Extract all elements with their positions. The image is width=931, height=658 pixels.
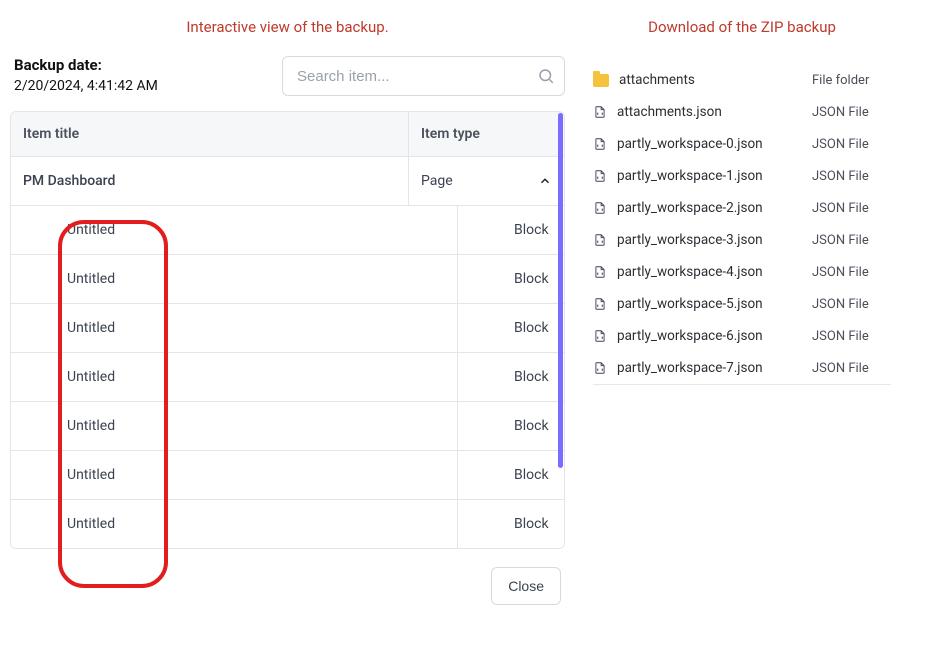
search-icon <box>537 67 555 85</box>
file-type: JSON File <box>812 169 887 184</box>
close-button[interactable]: Close <box>491 567 561 605</box>
file-row[interactable]: partly_workspace-5.json JSON File <box>593 288 891 320</box>
file-type: File folder <box>812 73 887 88</box>
backup-items-table: Item title Item type PM Dashboard Page <box>10 111 565 549</box>
json-file-icon <box>593 296 607 312</box>
item-title: Untitled <box>11 451 458 499</box>
table-row-block[interactable]: UntitledBlock <box>11 304 564 353</box>
file-name: attachments.json <box>617 104 722 120</box>
item-title: Untitled <box>11 206 458 254</box>
json-file-icon <box>593 136 607 152</box>
item-title: Untitled <box>11 500 458 548</box>
file-type: JSON File <box>812 265 887 280</box>
file-name: partly_workspace-5.json <box>617 296 763 312</box>
file-type: JSON File <box>812 297 887 312</box>
item-type: Block <box>458 353 564 401</box>
backup-date-value: 2/20/2024, 4:41:42 AM <box>14 76 158 97</box>
json-file-icon <box>593 360 607 376</box>
file-name: partly_workspace-0.json <box>617 136 763 152</box>
file-type: JSON File <box>812 361 887 376</box>
file-row[interactable]: attachments File folder <box>593 64 891 96</box>
json-file-icon <box>593 328 607 344</box>
item-title: Untitled <box>11 304 458 352</box>
backup-date: Backup date: 2/20/2024, 4:41:42 AM <box>14 56 158 97</box>
caption-zip-download: Download of the ZIP backup <box>593 18 891 36</box>
scrollbar-thumb[interactable] <box>558 113 563 468</box>
folder-icon <box>593 74 609 87</box>
json-file-icon <box>593 200 607 216</box>
backup-date-label: Backup date: <box>14 56 158 76</box>
chevron-up-icon[interactable] <box>538 174 552 188</box>
json-file-icon <box>593 104 607 120</box>
file-type: JSON File <box>812 329 887 344</box>
json-file-icon <box>593 232 607 248</box>
item-title: PM Dashboard <box>11 157 409 205</box>
file-row[interactable]: partly_workspace-4.json JSON File <box>593 256 891 288</box>
file-type: JSON File <box>812 233 887 248</box>
item-type: Block <box>458 255 564 303</box>
file-row[interactable]: partly_workspace-1.json JSON File <box>593 160 891 192</box>
column-header-type[interactable]: Item type <box>409 112 564 156</box>
file-name: partly_workspace-7.json <box>617 360 763 376</box>
item-type: Page <box>409 157 564 205</box>
table-row-page[interactable]: PM Dashboard Page <box>11 157 564 206</box>
item-type-label: Page <box>421 173 453 189</box>
table-row-block[interactable]: UntitledBlock <box>11 255 564 304</box>
item-type: Block <box>458 500 564 548</box>
table-row-block[interactable]: UntitledBlock <box>11 451 564 500</box>
item-type: Block <box>458 451 564 499</box>
file-row[interactable]: partly_workspace-7.json JSON File <box>593 352 891 384</box>
table-row-block[interactable]: UntitledBlock <box>11 206 564 255</box>
file-name: attachments <box>619 72 695 88</box>
file-row[interactable]: attachments.json JSON File <box>593 96 891 128</box>
file-name: partly_workspace-3.json <box>617 232 763 248</box>
item-type: Block <box>458 304 564 352</box>
file-name: partly_workspace-4.json <box>617 264 763 280</box>
file-name: partly_workspace-2.json <box>617 200 763 216</box>
file-list: attachments File folder attachments.json JS… <box>593 64 891 385</box>
search-input[interactable] <box>282 56 565 96</box>
file-type: JSON File <box>812 201 887 216</box>
item-title: Untitled <box>11 255 458 303</box>
table-row-block[interactable]: UntitledBlock <box>11 353 564 402</box>
file-row[interactable]: partly_workspace-0.json JSON File <box>593 128 891 160</box>
json-file-icon <box>593 168 607 184</box>
item-type: Block <box>458 402 564 450</box>
item-title: Untitled <box>11 353 458 401</box>
column-header-title[interactable]: Item title <box>11 112 409 156</box>
item-type: Block <box>458 206 564 254</box>
column-header-type-label: Item type <box>421 126 480 142</box>
table-header: Item title Item type <box>11 112 564 157</box>
table-row-block[interactable]: UntitledBlock <box>11 500 564 548</box>
file-type: JSON File <box>812 105 887 120</box>
file-row[interactable]: partly_workspace-2.json JSON File <box>593 192 891 224</box>
file-name: partly_workspace-6.json <box>617 328 763 344</box>
table-row-block[interactable]: UntitledBlock <box>11 402 564 451</box>
file-name: partly_workspace-1.json <box>617 168 763 184</box>
file-row[interactable]: partly_workspace-3.json JSON File <box>593 224 891 256</box>
json-file-icon <box>593 264 607 280</box>
file-type: JSON File <box>812 137 887 152</box>
file-row[interactable]: partly_workspace-6.json JSON File <box>593 320 891 352</box>
caption-interactive-view: Interactive view of the backup. <box>10 18 565 36</box>
item-title: Untitled <box>11 402 458 450</box>
